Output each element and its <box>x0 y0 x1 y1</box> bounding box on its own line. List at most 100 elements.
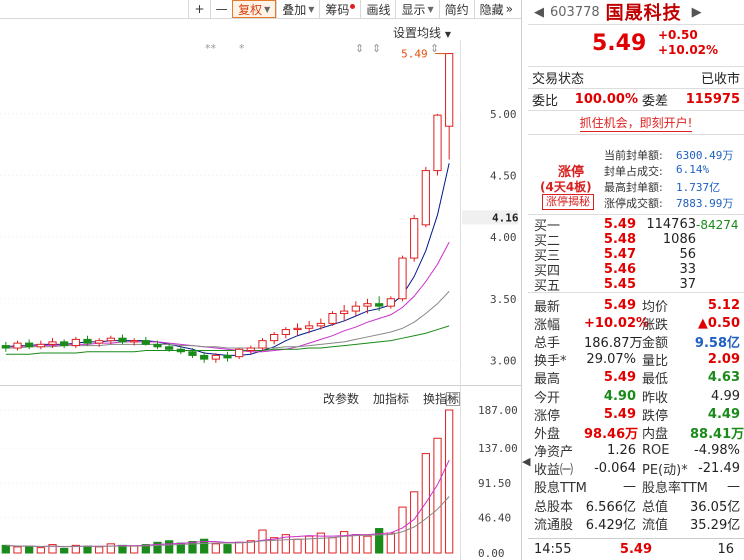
zt-row-label: 封单占成交: <box>604 165 663 178</box>
set-ma-label: 设置均线 <box>393 26 442 40</box>
candle-body <box>118 337 127 343</box>
volume-bar <box>386 532 395 554</box>
chip-button[interactable]: 筹码 <box>319 0 360 19</box>
stats-row: 今开 4.90 昨收 4.99 <box>528 387 744 406</box>
volume-bar <box>83 545 92 554</box>
volume-bar <box>13 546 22 554</box>
volume-bar <box>235 541 244 554</box>
ad-link[interactable]: 抓住机会，即刻开户! <box>579 114 693 132</box>
y-tick-label: 91.50 <box>478 477 511 490</box>
stat-value: -0.064 <box>594 461 636 477</box>
quote-panel: ◀ 603778 国晟科技 ▶ 5.49 +0.50 +10.02% 交易状态 … <box>528 0 744 560</box>
next-stock-icon[interactable]: ▶ <box>692 5 702 20</box>
ad-banner[interactable]: 抓住机会，即刻开户! <box>528 111 744 135</box>
candle-body <box>153 343 162 348</box>
candle-body <box>60 341 69 347</box>
stat-value: 5.49 <box>603 406 636 422</box>
kline-panel[interactable]: 5.00 4.50 4.00 3.50 3.00 187.00 137.00 91.50 46.… <box>0 0 522 560</box>
candle-body <box>410 218 419 259</box>
set-ma-button[interactable]: 设置均线 ▼ <box>393 24 451 41</box>
ma-line-ma10 <box>5 241 450 353</box>
close-indicator-icon[interactable]: × <box>446 392 460 406</box>
overlay-label: 叠加 <box>282 2 307 17</box>
last-price: 5.49 <box>592 31 647 56</box>
volume-bar <box>130 545 139 554</box>
stat-label: 昨收 <box>642 390 669 406</box>
candle-body <box>48 341 57 345</box>
zt-row-value: 1.737亿 <box>676 181 721 194</box>
stat-label: PE(动)* <box>642 463 688 479</box>
hide-button[interactable]: 隐藏» <box>473 0 518 19</box>
stat-label: ROE <box>642 443 670 459</box>
y-tick-label: 46.40 <box>478 512 511 525</box>
add-indicator-button[interactable]: 加指标 <box>373 390 409 407</box>
tick-time: 14:55 <box>534 542 572 557</box>
stat-value: 4.90 <box>603 388 636 404</box>
volume-bar <box>165 540 174 554</box>
display-dropdown[interactable]: 显示 ▼ <box>395 0 438 19</box>
double-chevron-right-icon: » <box>505 2 513 16</box>
candle-body <box>340 310 349 315</box>
order-book: 买一 5.49 114763 -84274 买二 5.48 1086 买三 5.47 56 买四 5.… <box>528 215 744 294</box>
overlay-dropdown[interactable]: 叠加 ▼ <box>276 0 319 19</box>
orderbook-row: 买五 5.45 37 <box>528 277 744 294</box>
kline-chart[interactable]: 5.00 4.50 4.00 3.50 3.00 187.00 137.00 91.50 46.… <box>0 0 522 560</box>
stats-row: 涨停 5.49 跌停 4.49 <box>528 405 744 424</box>
candle-body <box>106 337 115 342</box>
candle-body <box>305 325 314 329</box>
ob-change: -84274 <box>696 217 739 232</box>
stat-value: 4.63 <box>707 370 740 386</box>
y-tick-label: 0.00 <box>478 547 505 560</box>
draw-line-button[interactable]: 画线 <box>360 0 395 19</box>
y-tick-label: 3.50 <box>490 293 517 306</box>
volume-bar <box>445 409 454 554</box>
stat-label: 换手* <box>534 354 567 370</box>
candle-body <box>351 305 360 312</box>
stat-label: 总股本 <box>534 499 574 515</box>
ob-price: 5.48 <box>603 232 636 247</box>
stat-label: 跌停 <box>642 408 669 424</box>
stats-row: 换手* 29.07% 量比 2.09 <box>528 351 744 369</box>
stat-label: 涨幅 <box>534 317 561 333</box>
candle-body <box>398 257 407 300</box>
ob-label: 买五 <box>534 279 561 294</box>
stat-label: 总值 <box>642 499 669 515</box>
y-tick-label: 3.00 <box>490 354 517 367</box>
tick-price: 5.49 <box>619 542 652 557</box>
y-tick-label: 5.00 <box>490 108 517 121</box>
last-tick: 14:55 5.49 16 <box>528 538 744 560</box>
volume-bar <box>375 528 384 554</box>
simple-mode-button[interactable]: 简约 <box>438 0 474 19</box>
price-block: 5.49 +0.50 +10.02% <box>528 25 744 67</box>
volume-bar <box>410 491 419 554</box>
prev-stock-icon[interactable]: ◀ <box>534 5 544 20</box>
stat-label: 最高 <box>534 372 561 388</box>
stat-label: 总手 <box>534 335 561 351</box>
candle-body <box>246 347 255 351</box>
zt-row-label: 涨停成交额: <box>604 197 663 210</box>
stat-value: 6.566亿 <box>585 499 636 515</box>
stock-header: ◀ 603778 国晟科技 ▶ <box>528 0 744 25</box>
volume-bar <box>188 541 197 554</box>
limit-up-reveal-button[interactable]: 涨停揭秘 <box>542 194 594 210</box>
stat-label: 均价 <box>642 299 669 315</box>
zoom-in-button[interactable]: + <box>188 0 210 19</box>
adjust-label: 复权 <box>238 2 263 17</box>
price-change: +0.50 +10.02% <box>658 28 718 58</box>
stat-value: +10.02% <box>584 315 650 331</box>
edit-params-button[interactable]: 改参数 <box>323 390 359 407</box>
stat-value: 5.49 <box>603 297 636 313</box>
candle-body <box>375 303 384 307</box>
volume-bar <box>25 545 34 554</box>
stats-table: 最新 5.49 均价 5.12 涨幅 +10.02% 涨跌 ▲0.50 总手 186.87万 金额 9… <box>528 293 744 533</box>
chart-toolbar: + — 复权 ▼ 叠加 ▼ 筹码 画线 显示 ▼ 简约 隐藏» <box>0 0 521 19</box>
adjust-dropdown[interactable]: 复权 ▼ <box>232 0 277 18</box>
event-marker-icon: ⇕ <box>355 42 364 55</box>
stats-row: 涨幅 +10.02% 涨跌 ▲0.50 <box>528 314 744 333</box>
volume-bar <box>340 531 349 554</box>
hide-label: 隐藏 <box>479 2 504 17</box>
zoom-out-button[interactable]: — <box>210 0 232 19</box>
stats-row: 总股本 6.566亿 总值 36.05亿 <box>528 496 744 515</box>
candle-body <box>235 348 244 358</box>
stock-code: 603778 <box>550 4 600 20</box>
